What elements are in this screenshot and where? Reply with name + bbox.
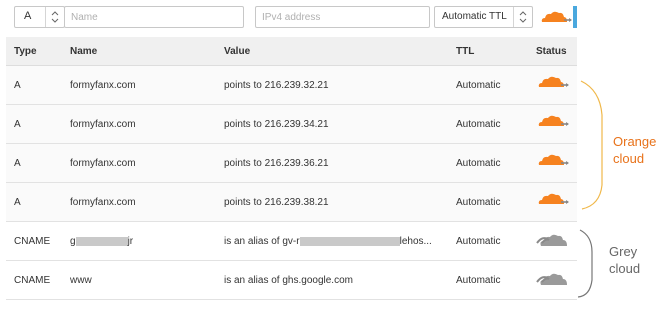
orange-bracket <box>580 80 603 210</box>
orange-cloud-annotation: Orange cloud <box>613 133 656 167</box>
annotation-brackets <box>577 80 603 298</box>
annotation-line: Grey <box>609 244 638 259</box>
grey-bracket <box>577 229 593 298</box>
annotation-line: cloud <box>609 261 641 276</box>
annotation-line: cloud <box>613 151 645 166</box>
annotation-line: Orange <box>613 134 657 149</box>
grey-cloud-annotation: Grey cloud <box>609 243 640 277</box>
